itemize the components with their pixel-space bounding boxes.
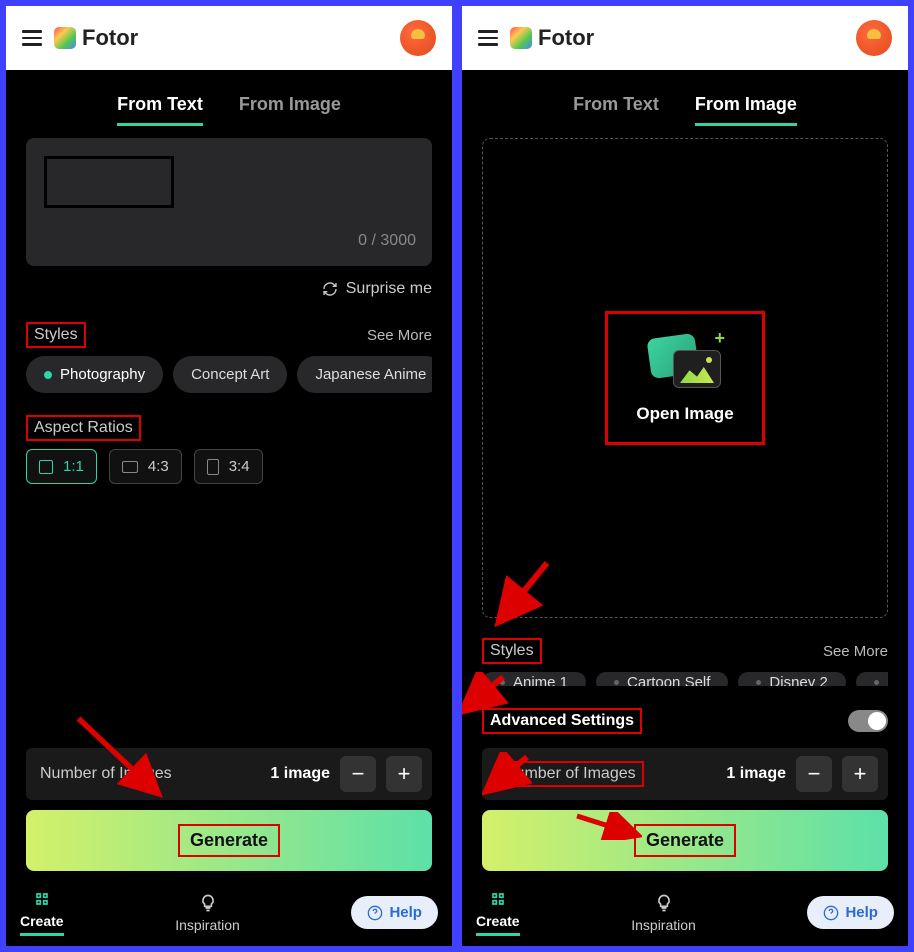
- num-images-row: Number of Images 1 image − +: [26, 748, 432, 800]
- aspect-ratio-options: 1:1 4:3 3:4: [26, 449, 432, 484]
- advanced-settings-label: Advanced Settings: [482, 708, 642, 734]
- square-icon: [39, 460, 53, 474]
- bottom-nav: Create Inspiration Help: [462, 881, 908, 946]
- prompt-input[interactable]: 0 / 3000: [26, 138, 432, 266]
- logo-mark-icon: [510, 27, 532, 49]
- open-image-button[interactable]: + Open Image: [605, 311, 764, 445]
- increment-button[interactable]: +: [842, 756, 878, 792]
- see-more-styles[interactable]: See More: [367, 327, 432, 344]
- create-icon: [488, 889, 508, 909]
- panel-from-text: Fotor From Text From Image 0 / 3000 Surp…: [6, 6, 452, 946]
- style-japanese-anime[interactable]: Japanese Anime: [297, 356, 432, 393]
- nav-create[interactable]: Create: [476, 889, 520, 936]
- char-counter: 0 / 3000: [42, 232, 416, 250]
- avatar[interactable]: [400, 20, 436, 56]
- logo-text: Fotor: [538, 25, 594, 51]
- nav-create[interactable]: Create: [20, 889, 64, 936]
- style-barbie[interactable]: Barbie: [856, 672, 888, 686]
- portrait-icon: [207, 459, 219, 475]
- styles-label: Styles: [482, 638, 542, 664]
- panel-from-image: Fotor From Text From Image + Open Image …: [462, 6, 908, 946]
- tab-from-image[interactable]: From Image: [239, 94, 341, 126]
- logo[interactable]: Fotor: [54, 25, 138, 51]
- decrement-button[interactable]: −: [796, 756, 832, 792]
- generate-button[interactable]: Generate: [26, 810, 432, 871]
- bulb-icon: [198, 893, 218, 913]
- help-icon: [367, 905, 383, 921]
- style-chips: Photography Concept Art Japanese Anime: [26, 356, 432, 393]
- num-images-value: 1 image: [726, 765, 786, 783]
- increment-button[interactable]: +: [386, 756, 422, 792]
- style-chips: Anime 1 Cartoon Self Disney 2 Barbie: [482, 672, 888, 686]
- bottom-nav: Create Inspiration Help: [6, 881, 452, 946]
- help-button[interactable]: Help: [807, 896, 894, 929]
- num-images-label: Number of Images: [496, 761, 644, 787]
- tab-from-text[interactable]: From Text: [573, 94, 659, 126]
- refresh-icon: [322, 281, 338, 297]
- ratio-1-1[interactable]: 1:1: [26, 449, 97, 484]
- advanced-settings-toggle[interactable]: [848, 710, 888, 732]
- ratio-3-4[interactable]: 3:4: [194, 449, 263, 484]
- style-cartoon-self[interactable]: Cartoon Self: [596, 672, 728, 686]
- mode-tabs: From Text From Image: [6, 70, 452, 138]
- style-anime-1[interactable]: Anime 1: [482, 672, 586, 686]
- ratio-4-3[interactable]: 4:3: [109, 449, 182, 484]
- image-dropzone[interactable]: + Open Image: [482, 138, 888, 618]
- num-images-row: Number of Images 1 image − +: [482, 748, 888, 800]
- logo-text: Fotor: [82, 25, 138, 51]
- header: Fotor: [6, 6, 452, 70]
- menu-icon[interactable]: [22, 30, 42, 46]
- avatar[interactable]: [856, 20, 892, 56]
- num-images-label: Number of Images: [40, 765, 172, 783]
- header: Fotor: [462, 6, 908, 70]
- generate-button[interactable]: Generate: [482, 810, 888, 871]
- style-concept-art[interactable]: Concept Art: [173, 356, 287, 393]
- style-disney-2[interactable]: Disney 2: [738, 672, 845, 686]
- help-icon: [823, 905, 839, 921]
- landscape-icon: [122, 461, 138, 473]
- mode-tabs: From Text From Image: [462, 70, 908, 138]
- aspect-ratios-label: Aspect Ratios: [26, 415, 141, 441]
- menu-icon[interactable]: [478, 30, 498, 46]
- nav-inspiration[interactable]: Inspiration: [631, 893, 696, 933]
- num-images-value: 1 image: [270, 765, 330, 783]
- decrement-button[interactable]: −: [340, 756, 376, 792]
- help-button[interactable]: Help: [351, 896, 438, 929]
- bulb-icon: [654, 893, 674, 913]
- styles-label: Styles: [26, 322, 86, 348]
- tab-from-image[interactable]: From Image: [695, 94, 797, 126]
- nav-inspiration[interactable]: Inspiration: [175, 893, 240, 933]
- create-icon: [32, 889, 52, 909]
- logo[interactable]: Fotor: [510, 25, 594, 51]
- surprise-me-button[interactable]: Surprise me: [26, 280, 432, 298]
- see-more-styles[interactable]: See More: [823, 643, 888, 660]
- image-upload-icon: +: [649, 332, 721, 388]
- style-photography[interactable]: Photography: [26, 356, 163, 393]
- logo-mark-icon: [54, 27, 76, 49]
- tab-from-text[interactable]: From Text: [117, 94, 203, 126]
